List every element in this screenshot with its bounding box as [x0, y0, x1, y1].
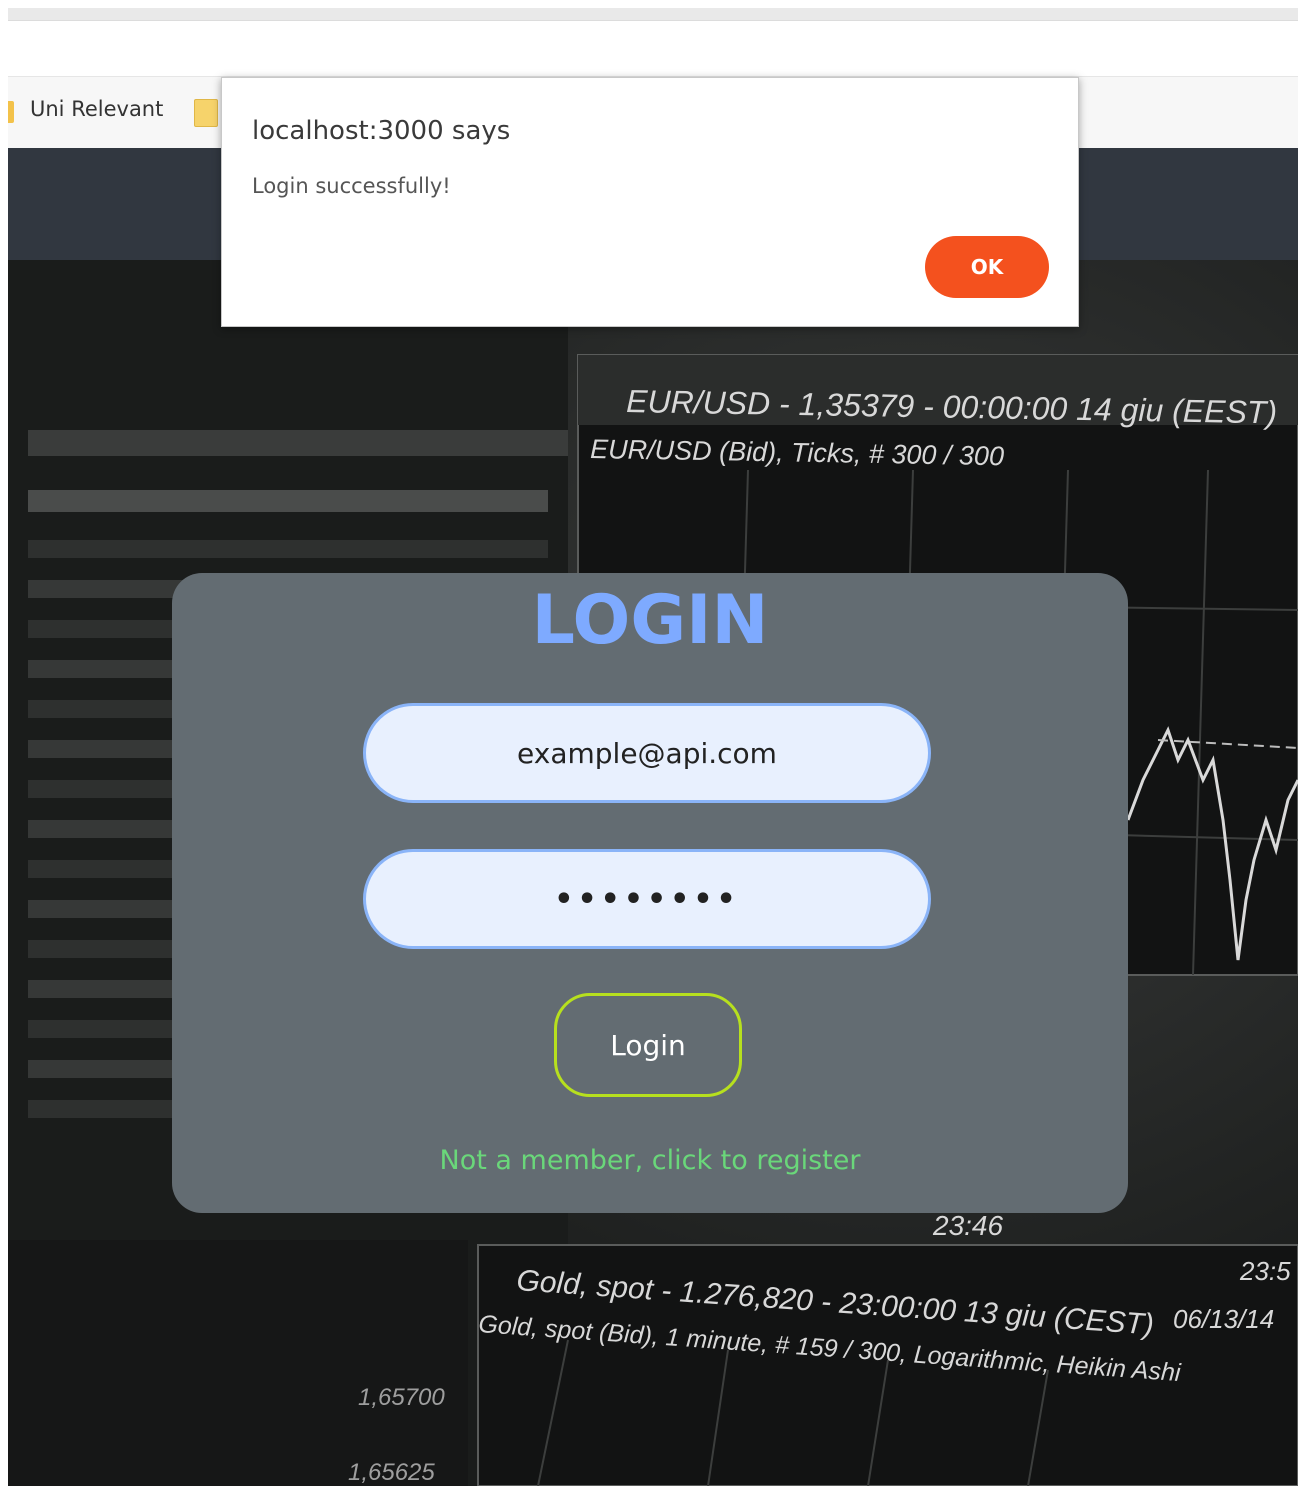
- price-label: 1,65700: [358, 1384, 445, 1411]
- time-label-2: 23:5: [1239, 1256, 1291, 1286]
- ok-button[interactable]: OK: [925, 236, 1049, 298]
- date-label: 06/13/14: [1173, 1304, 1274, 1334]
- bookmark-uni-relevant[interactable]: Uni Relevant: [30, 97, 163, 121]
- alert-dialog: localhost:3000 says Login successfully! …: [221, 77, 1079, 327]
- price-label: 1,65625: [348, 1459, 435, 1486]
- folder-icon[interactable]: [194, 99, 218, 127]
- login-title: LOGIN: [531, 581, 769, 660]
- register-link[interactable]: Not a member, click to register: [172, 1145, 1128, 1176]
- login-button[interactable]: Login: [554, 993, 742, 1097]
- time-label: 23:46: [932, 1210, 1003, 1241]
- dialog-title: localhost:3000 says: [252, 116, 511, 146]
- password-field[interactable]: [363, 849, 931, 949]
- email-field[interactable]: [363, 703, 931, 803]
- dialog-message: Login successfully!: [252, 174, 451, 198]
- folder-icon: [8, 101, 14, 123]
- login-card: LOGIN Login Not a member, click to regis…: [172, 573, 1128, 1213]
- browser-top-strip: [8, 8, 1298, 21]
